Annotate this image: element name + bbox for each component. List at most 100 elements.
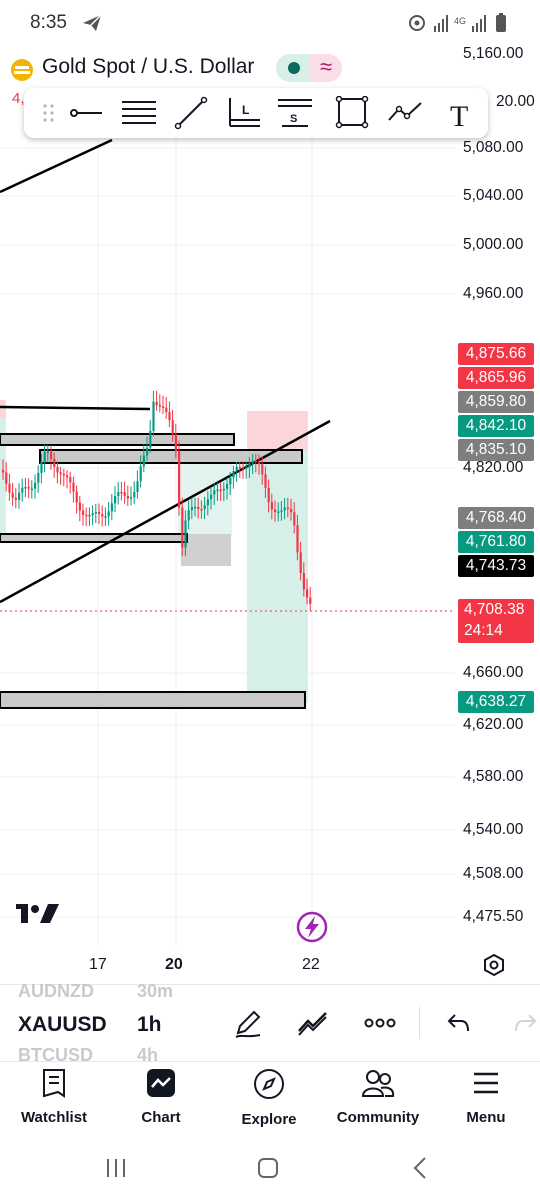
more-icon[interactable] [364, 1017, 396, 1029]
candle-body [120, 491, 123, 494]
price-tag-level[interactable]: 4,859.80 [458, 391, 534, 413]
price-axis-label: 4,960.00 [463, 285, 524, 302]
candle-body [91, 513, 94, 515]
short-position-tool[interactable]: S [276, 96, 314, 130]
time-axis-label: 20 [165, 956, 183, 973]
symbol-title: Gold Spot / U.S. Dollar [42, 55, 255, 78]
candle-body [40, 461, 43, 473]
chart-canvas[interactable] [0, 0, 540, 984]
current-price-tag[interactable]: 4,708.38 24:14 [458, 599, 534, 643]
nav-menu[interactable]: Menu [436, 1068, 536, 1126]
price-axis-label: 5,080.00 [463, 139, 524, 156]
price-axis-label: 4,540.00 [463, 821, 524, 838]
zone-rectangle-4[interactable] [0, 691, 306, 709]
candle-body [222, 488, 225, 491]
price-tag-target[interactable]: 4,761.80 [458, 531, 534, 553]
short-target-zone[interactable] [247, 450, 308, 703]
candle-body [149, 430, 152, 448]
nav-watchlist[interactable]: Watchlist [4, 1068, 104, 1126]
drawings-icon[interactable] [296, 1009, 330, 1037]
zone-rectangle-3[interactable] [0, 533, 188, 543]
prev-symbol[interactable]: AUDNZD [18, 981, 94, 1002]
symbol-selector[interactable]: XAUUSD [18, 1013, 107, 1037]
back-icon[interactable] [410, 1155, 430, 1181]
rectangle-icon[interactable] [334, 96, 372, 130]
drag-handle-icon[interactable] [30, 96, 68, 130]
recent-apps-icon[interactable] [104, 1156, 128, 1180]
tradingview-logo[interactable] [16, 904, 59, 923]
parallel-channel-icon[interactable] [120, 96, 158, 130]
market-status-pill[interactable]: ≈ [276, 54, 342, 82]
short-label: S [290, 113, 297, 125]
candle-body [229, 477, 232, 485]
candle-body [270, 502, 273, 510]
undo-icon[interactable] [446, 1011, 472, 1035]
candle-body [245, 467, 248, 469]
toolbar-divider [419, 1007, 420, 1039]
candle-body [235, 466, 238, 471]
short-stop-zone[interactable] [247, 411, 308, 450]
price-axis-label: 4,475.50 [463, 908, 524, 925]
chart-icon [147, 1069, 175, 1097]
candle-body [75, 491, 78, 503]
system-navigation [0, 1142, 540, 1200]
candle-body [267, 487, 270, 503]
price-tag-level[interactable]: 4,768.40 [458, 507, 534, 529]
bar-countdown: 24:14 [464, 622, 503, 639]
candle-body [296, 525, 299, 553]
candle-body [206, 499, 209, 506]
price-tag-stop[interactable]: 4,875.66 [458, 343, 534, 365]
menu-icon [474, 1072, 498, 1094]
home-icon[interactable] [256, 1156, 280, 1180]
candle-body [146, 447, 149, 456]
candle-body [46, 451, 49, 454]
prev-interval[interactable]: 30m [137, 981, 173, 1002]
resistance-line[interactable] [0, 405, 151, 411]
short-position-icon: S [278, 99, 312, 127]
horizontal-ray-icon[interactable] [68, 96, 106, 130]
text-tool[interactable]: T [440, 96, 478, 133]
candle-body [88, 514, 91, 517]
time-axis-label: 17 [89, 956, 107, 973]
candle-body [53, 458, 56, 467]
candle-body [197, 506, 200, 510]
candle-body [107, 511, 110, 517]
price-axis-label: 5,040.00 [463, 187, 524, 204]
candle-body [280, 510, 283, 512]
price-tag-crosshair[interactable]: 4,743.73 [458, 555, 534, 577]
candle-body [226, 484, 229, 489]
grey-zone[interactable] [181, 534, 231, 566]
candle-body [274, 509, 277, 512]
nav-chart[interactable]: Chart [111, 1068, 211, 1126]
trend-line-icon[interactable] [172, 96, 210, 130]
interval-selector[interactable]: 1h [137, 1013, 162, 1037]
zone-rectangle-1[interactable] [0, 433, 235, 446]
candle-body [34, 482, 37, 489]
pencil-icon[interactable] [232, 1007, 264, 1039]
price-tag-entry[interactable]: 4,842.10 [458, 415, 534, 437]
candle-body [174, 434, 177, 451]
long-position-tool[interactable]: L [224, 96, 262, 130]
gold-icon [11, 59, 33, 81]
settings-icon[interactable] [484, 953, 504, 977]
price-axis-label: 5,160.00 [463, 45, 524, 62]
candle-body [216, 489, 219, 492]
path-icon[interactable] [386, 96, 424, 130]
redo-icon[interactable] [512, 1011, 538, 1035]
nav-community[interactable]: Community [328, 1068, 428, 1126]
price-tag-target[interactable]: 4,638.27 [458, 691, 534, 713]
candle-body [85, 514, 88, 517]
candle-body [200, 509, 203, 511]
candle-body [219, 489, 222, 492]
text-tool-label: T [450, 100, 468, 130]
drawing-toolbar: L S T [24, 88, 488, 138]
candle-body [181, 507, 184, 548]
price-tag-stop[interactable]: 4,865.96 [458, 367, 534, 389]
candle-body [114, 496, 117, 504]
nav-explore[interactable]: Explore [219, 1068, 319, 1128]
candle-body [286, 507, 289, 510]
price-tag-level[interactable]: 4,835.10 [458, 439, 534, 461]
candle-body [184, 520, 187, 548]
candle-body [232, 470, 235, 478]
candle-body [123, 492, 126, 496]
